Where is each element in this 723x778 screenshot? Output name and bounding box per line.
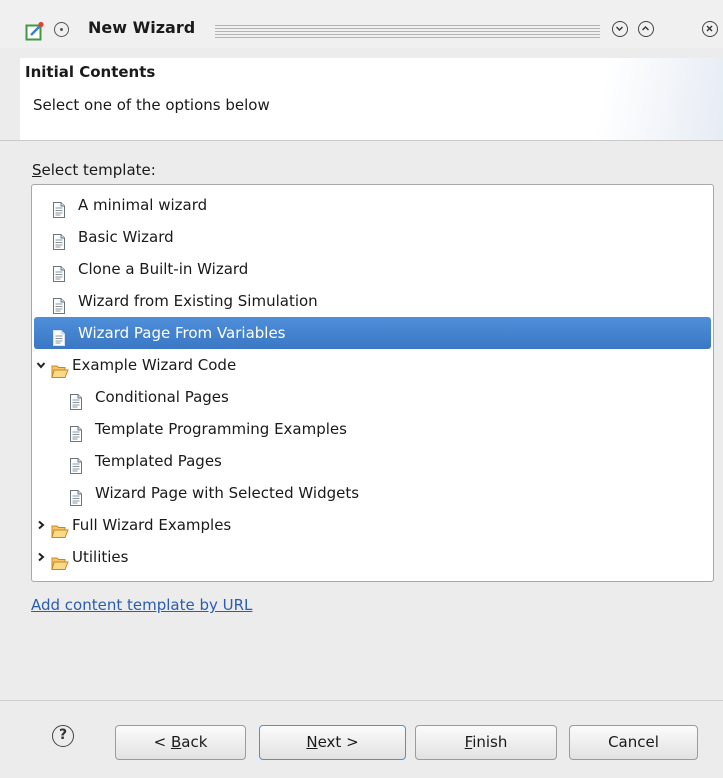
wizard-header: Initial Contents Select one of the optio… (20, 58, 723, 140)
cancel-button[interactable]: Cancel (569, 725, 698, 760)
tree-item-label: Wizard from Existing Simulation (78, 292, 318, 310)
title-bar-grip[interactable] (215, 25, 600, 38)
close-icon[interactable] (702, 21, 718, 37)
tree-folder[interactable]: Full Wizard Examples (34, 509, 711, 541)
minimize-icon[interactable] (612, 21, 628, 37)
tree-item-label: Basic Wizard (78, 228, 174, 246)
tree-item[interactable]: Wizard Page with Selected Widgets (34, 477, 711, 509)
template-tree[interactable]: A minimal wizard Basic Wizard Clone a Buil… (31, 184, 714, 582)
add-content-template-link[interactable]: Add content template by URL (31, 596, 252, 614)
maximize-icon[interactable] (638, 21, 654, 37)
tree-item[interactable]: Conditional Pages (34, 381, 711, 413)
tree-item-label: Wizard Page with Selected Widgets (95, 484, 360, 502)
tree-item-label: Templated Pages (95, 452, 222, 470)
wizard-app-icon (25, 21, 45, 41)
tree-item-label: Utilities (72, 548, 129, 566)
chevron-right-icon[interactable] (36, 509, 46, 541)
footer-divider (0, 700, 723, 701)
chevron-down-icon[interactable] (36, 349, 46, 381)
tree-folder[interactable]: Utilities (34, 541, 711, 573)
page-title: Initial Contents (25, 63, 156, 81)
select-template-label: Select template: (32, 161, 156, 179)
tree-item-label: A minimal wizard (78, 196, 208, 214)
tree-item[interactable]: Templated Pages (34, 445, 711, 477)
tree-folder[interactable]: Example Wizard Code (34, 349, 711, 381)
tree-item-label: Conditional Pages (95, 388, 229, 406)
tree-item[interactable]: Wizard Page From Variables (34, 317, 711, 349)
chevron-right-icon[interactable] (36, 541, 46, 573)
window-menu-icon[interactable] (54, 22, 69, 37)
tree-item-label: Clone a Built-in Wizard (78, 260, 249, 278)
header-divider (0, 140, 723, 141)
tree-item[interactable]: A minimal wizard (34, 189, 711, 221)
tree-item-label: Full Wizard Examples (72, 516, 232, 534)
help-icon[interactable]: ? (52, 725, 74, 747)
back-button[interactable]: < Back (115, 725, 246, 760)
window-title: New Wizard (88, 18, 196, 37)
tree-item-label: Wizard Page From Variables (78, 324, 286, 342)
next-button[interactable]: Next > (259, 725, 406, 760)
folder-icon (51, 550, 69, 582)
tree-item[interactable]: Clone a Built-in Wizard (34, 253, 711, 285)
tree-item-label: Example Wizard Code (72, 356, 237, 374)
tree-item[interactable]: Basic Wizard (34, 221, 711, 253)
page-description: Select one of the options below (33, 96, 270, 114)
tree-item[interactable]: Wizard from Existing Simulation (34, 285, 711, 317)
title-bar: New Wizard (0, 0, 723, 48)
tree-item[interactable]: Template Programming Examples (34, 413, 711, 445)
finish-button[interactable]: Finish (415, 725, 557, 760)
tree-item-label: Template Programming Examples (95, 420, 347, 438)
